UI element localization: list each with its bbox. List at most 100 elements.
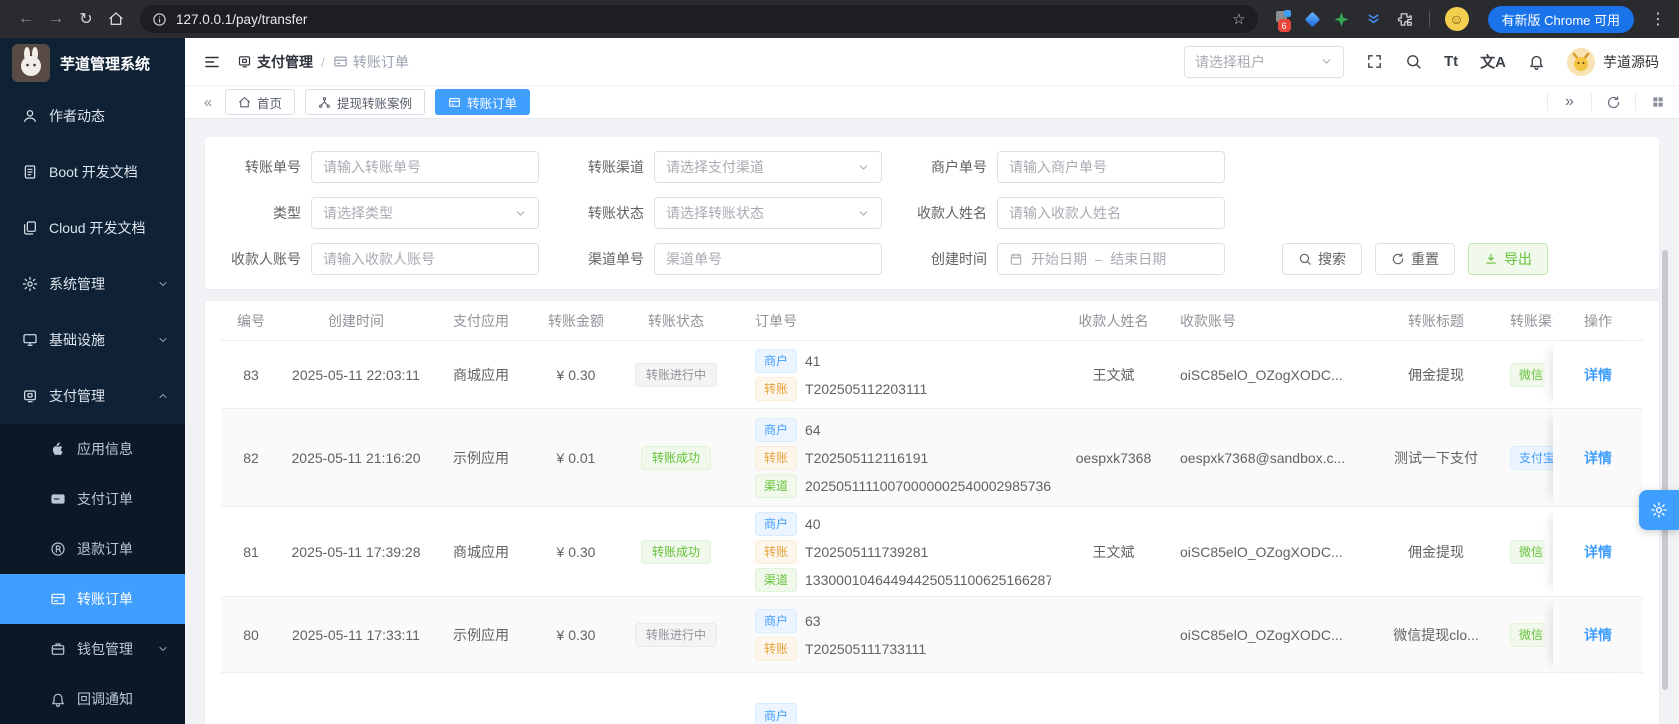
extension-icon-2[interactable]: [1304, 11, 1320, 27]
chevron-down-icon: [157, 278, 169, 290]
detail-link[interactable]: 详情: [1584, 448, 1612, 468]
tab-transfer-orders[interactable]: 转账订单: [435, 89, 531, 115]
language-icon[interactable]: 文A: [1480, 51, 1506, 72]
create-time-range-picker[interactable]: 开始日期 – 结束日期: [997, 243, 1225, 275]
row-payee: oespxk7368: [1075, 449, 1152, 466]
sidebar-item-infra[interactable]: 基础设施: [0, 312, 185, 368]
browser-menu-icon[interactable]: ⋮: [1649, 9, 1667, 29]
payment-icon: [238, 56, 251, 68]
merchant-tag: 商户: [755, 348, 798, 373]
refresh-page-icon[interactable]: [1591, 93, 1635, 111]
bell-icon[interactable]: [1528, 53, 1545, 70]
detail-link[interactable]: 详情: [1584, 625, 1612, 645]
credit-card-icon: [50, 591, 66, 607]
sidebar-item-refund-orders[interactable]: 退款订单: [0, 524, 185, 574]
extension-icon-3[interactable]: [1333, 11, 1350, 28]
reset-button[interactable]: 重置: [1375, 243, 1455, 275]
merchant-no-input[interactable]: [1009, 159, 1213, 175]
sidebar-item-system[interactable]: 系统管理: [0, 256, 185, 312]
export-button[interactable]: 导出: [1468, 243, 1548, 275]
tabs-scroll-left-icon[interactable]: «: [197, 94, 219, 111]
field-payee-name: 收款人姓名: [907, 197, 1225, 229]
search-button[interactable]: 搜索: [1282, 243, 1362, 275]
sidebar-item-boot-docs[interactable]: Boot 开发文档: [0, 144, 185, 200]
field-create-time: 创建时间 开始日期 – 结束日期: [907, 243, 1225, 275]
sidebar: 芋道管理系统 作者动态 Boot 开发文档 Cloud 开发文档 系统管理 基础…: [0, 38, 185, 724]
sidebar-item-label: 回调通知: [77, 691, 133, 707]
sidebar-collapse-icon[interactable]: [197, 47, 227, 77]
sidebar-item-payment[interactable]: 支付管理: [0, 368, 185, 424]
search-row-1: 转账单号 转账渠道 请选择支付渠道 商户单号: [221, 151, 1643, 183]
extension-icon-4[interactable]: [1365, 11, 1382, 28]
payee-name-input[interactable]: [1009, 205, 1213, 221]
channel-order-no-input[interactable]: [666, 251, 870, 267]
row-id: 82: [243, 449, 259, 466]
tab-withdraw-demo[interactable]: 提现转账案例: [305, 89, 426, 115]
user-name: 芋道源码: [1603, 53, 1659, 70]
transfer-no-input[interactable]: [323, 159, 527, 175]
back-icon[interactable]: ←: [12, 5, 40, 33]
type-select[interactable]: 请选择类型: [311, 197, 539, 229]
extension-icon-1[interactable]: 6: [1275, 10, 1292, 32]
chevron-down-icon: [857, 207, 870, 220]
search-icon[interactable]: [1405, 53, 1422, 70]
breadcrumb-parent[interactable]: 支付管理: [237, 52, 313, 72]
payee-account-input[interactable]: [323, 251, 527, 267]
row-order-numbers: 商户 40 转账 T202505111739281 渠道 13300010464494…: [731, 504, 1051, 600]
user-chip[interactable]: 芋道源码: [1567, 47, 1659, 76]
sidebar-item-callback-notify[interactable]: 回调通知: [0, 674, 185, 724]
detail-link[interactable]: 详情: [1584, 542, 1612, 562]
bookmark-star-icon[interactable]: ☆: [1232, 10, 1245, 28]
layout-grid-icon[interactable]: [1635, 93, 1679, 111]
row-title: 佣金提现: [1408, 543, 1464, 560]
field-label: 商户单号: [931, 159, 987, 175]
tabs-scroll-right-icon[interactable]: »: [1547, 93, 1591, 111]
row-created: 2025-05-11 17:33:11: [292, 626, 420, 643]
channel-tag: 微信: [1510, 539, 1546, 564]
sidebar-item-wallet[interactable]: 钱包管理: [0, 624, 185, 674]
site-info-icon[interactable]: [152, 12, 167, 27]
sidebar-item-author[interactable]: 作者动态: [0, 88, 185, 144]
home-icon[interactable]: [102, 5, 130, 33]
status-select[interactable]: 请选择转账状态: [654, 197, 882, 229]
settings-drawer-button[interactable]: [1639, 490, 1679, 530]
url-bar[interactable]: 127.0.0.1/pay/transfer ☆: [140, 5, 1258, 33]
merchant-no: 63: [805, 612, 821, 629]
col-header-amount: 转账金额: [548, 312, 604, 329]
chevron-down-icon: [157, 334, 169, 346]
tab-tools: »: [1547, 93, 1679, 111]
sidebar-item-app-info[interactable]: 应用信息: [0, 424, 185, 474]
side-menu: 作者动态 Boot 开发文档 Cloud 开发文档 系统管理 基础设施 支付管理…: [0, 88, 185, 724]
table-row: 82 2025-05-11 21:16:20 示例应用 ¥ 0.01 转账成功 …: [221, 409, 1643, 507]
field-label: 收款人姓名: [917, 205, 987, 221]
payment-submenu: 应用信息 支付订单 退款订单 转账订单 钱包管理 回调通知: [0, 424, 185, 724]
sidebar-item-cloud-docs[interactable]: Cloud 开发文档: [0, 200, 185, 256]
detail-link[interactable]: 详情: [1584, 365, 1612, 385]
channel-tag: 微信: [1510, 362, 1546, 387]
browser-toolbar: ← → ↻ 127.0.0.1/pay/transfer ☆ 6 ☺ 有新版 C…: [0, 0, 1679, 38]
chrome-update-button[interactable]: 有新版 Chrome 可用: [1487, 5, 1634, 33]
channel-select[interactable]: 请选择支付渠道: [654, 151, 882, 183]
transfer-tag: 转账: [755, 636, 798, 661]
row-title: 佣金提现: [1408, 366, 1464, 383]
tenant-select[interactable]: 请选择租户: [1183, 45, 1344, 78]
row-app: 商城应用: [453, 366, 509, 383]
sidebar-item-transfer-orders[interactable]: 转账订单: [0, 574, 185, 624]
fullscreen-icon[interactable]: [1366, 53, 1383, 70]
merchant-tag: 商户: [755, 608, 798, 633]
reload-icon[interactable]: ↻: [72, 5, 100, 33]
row-channel: 微信: [1506, 539, 1553, 564]
puzzle-extensions-icon[interactable]: [1397, 11, 1414, 28]
forward-icon[interactable]: →: [42, 5, 70, 33]
sidebar-item-pay-orders[interactable]: 支付订单: [0, 474, 185, 524]
font-size-icon[interactable]: Tt: [1444, 53, 1458, 70]
vertical-scrollbar[interactable]: [1662, 250, 1668, 690]
tab-home[interactable]: 首页: [225, 89, 296, 115]
field-payee-account: 收款人账号: [221, 243, 539, 275]
transfer-tag: 转账: [755, 539, 798, 564]
channel-no: 1330001046449442505110062516628752: [805, 571, 1051, 588]
channel-tag: 微信: [1510, 622, 1546, 647]
search-icon: [1299, 253, 1311, 265]
col-header-id: 编号: [237, 312, 265, 329]
browser-profile-avatar[interactable]: ☺: [1444, 7, 1469, 31]
